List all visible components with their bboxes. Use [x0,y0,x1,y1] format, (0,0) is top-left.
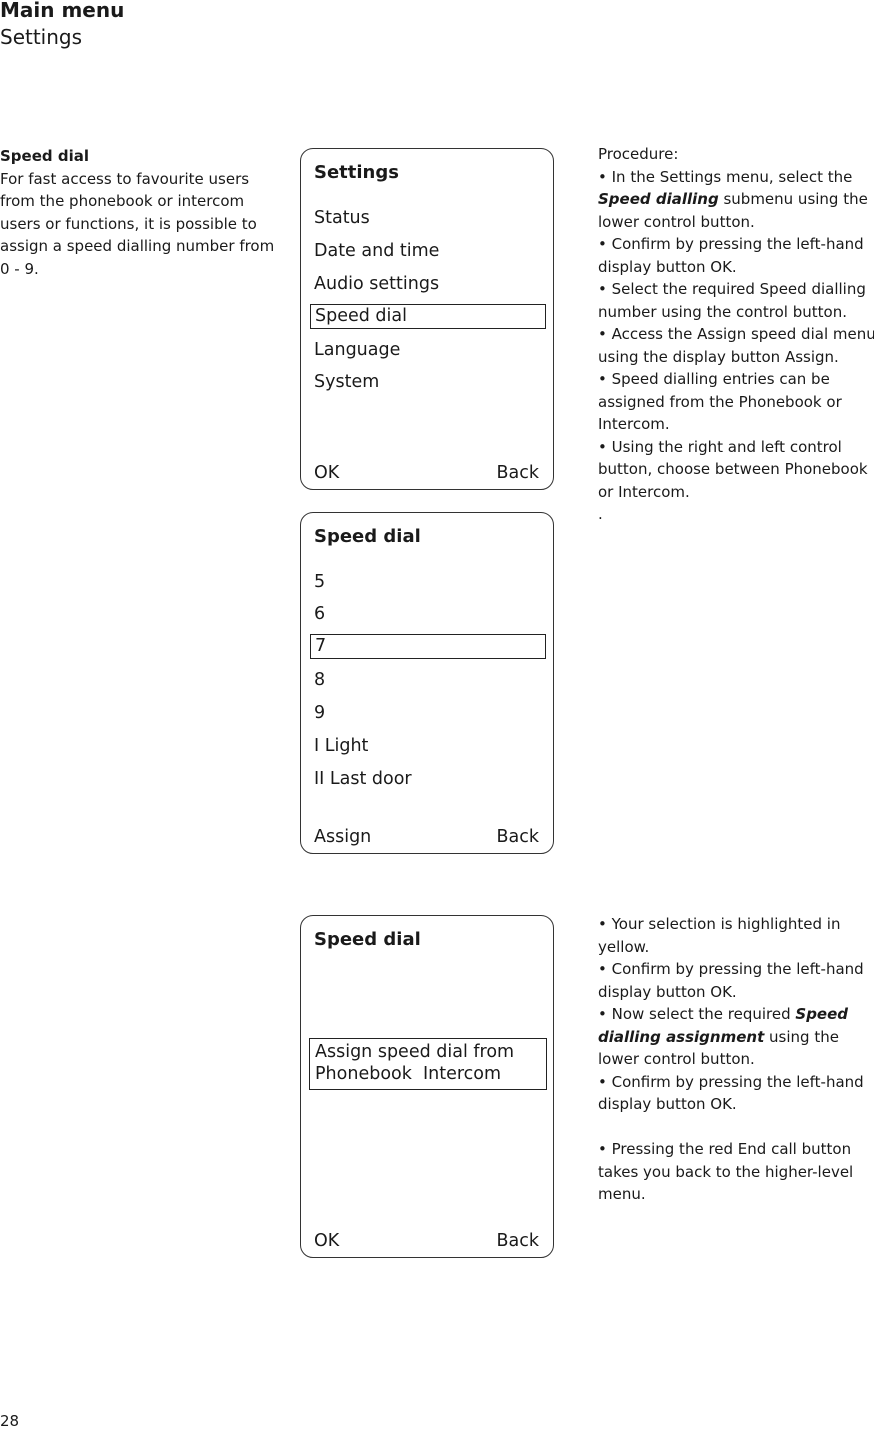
procedure-heading: Procedure: [598,145,679,163]
procedure-step: • Pressing the red End call button takes… [598,1140,854,1203]
speed-dial-entry-5[interactable]: 5 [310,570,546,595]
procedure-step: • Your selection is highlighted in yello… [598,915,841,956]
phone-screen-settings: Settings Status Date and time Audio sett… [300,148,554,490]
menu-item-system[interactable]: System [310,370,546,395]
procedure-steps-1: Procedure: • In the Settings menu, selec… [598,143,874,526]
procedure-step: • Now select the required Speed dialling… [598,1003,874,1071]
softkey-back[interactable]: Back [497,461,540,485]
step-text: • In the Settings menu, select the [598,167,853,186]
phone-screen-assign: Speed dial Assign speed dial from Phoneb… [300,915,554,1258]
softkey-ok[interactable]: OK [314,1229,339,1253]
intro-text: For fast access to favourite users from … [0,169,275,278]
procedure-step: • Access the Assign speed dial menu usin… [598,325,874,366]
procedure-step: • Select the required Speed dialling num… [598,280,866,321]
procedure-step: • Confirm by pressing the left-hand disp… [598,1072,864,1114]
assign-source-selector[interactable]: Assign speed dial from Phonebook Interco… [309,1038,547,1090]
menu-item-date-time[interactable]: Date and time [310,239,546,264]
section-title: Main menu [0,0,125,22]
softkey-back[interactable]: Back [497,1229,540,1253]
page-number: 28 [0,1412,20,1430]
softkey-ok[interactable]: OK [314,461,339,485]
speed-dial-entry-6[interactable]: 6 [310,602,546,627]
menu-item-language[interactable]: Language [310,338,546,363]
procedure-step: • Speed dialling entries can be assigned… [598,370,842,433]
screen-title: Settings [314,162,399,183]
softkey-assign[interactable]: Assign [314,825,371,849]
menu-item-speed-dial-selected[interactable]: Speed dial [310,304,546,329]
screen-title: Speed dial [314,929,421,950]
softkey-back[interactable]: Back [497,825,540,849]
menu-item-audio-settings[interactable]: Audio settings [310,272,546,297]
procedure-trailing: . [598,505,603,523]
step-emphasis: Speed dialling [598,190,719,208]
procedure-step: • Using the right and left control butto… [598,437,868,501]
phone-screen-speed-dial-list: Speed dial 5 6 7 8 9 I Light II Last doo… [300,512,554,854]
step-text: • Now select the required [598,1005,796,1023]
assign-options[interactable]: Phonebook Intercom [315,1063,541,1085]
menu-item-status[interactable]: Status [310,206,546,231]
speed-dial-entry-last-door[interactable]: II Last door [310,767,546,792]
speed-dial-entry-9[interactable]: 9 [310,701,546,726]
intro-block: Speed dial For fast access to favourite … [0,145,285,280]
speed-dial-entry-8[interactable]: 8 [310,668,546,693]
section-subtitle: Settings [0,25,83,49]
speed-dial-entry-light[interactable]: I Light [310,734,546,759]
intro-title: Speed dial [0,147,89,165]
procedure-steps-2: • Your selection is highlighted in yello… [598,913,874,1206]
screen-title: Speed dial [314,526,421,547]
assign-prompt: Assign speed dial from [315,1042,515,1062]
speed-dial-entry-7-selected[interactable]: 7 [310,634,546,659]
procedure-step: • Confirm by pressing the left-hand disp… [598,960,864,1001]
procedure-step: • Confirm by pressing the left-hand disp… [598,235,864,276]
procedure-step: • In the Settings menu, select the Speed… [598,166,874,234]
